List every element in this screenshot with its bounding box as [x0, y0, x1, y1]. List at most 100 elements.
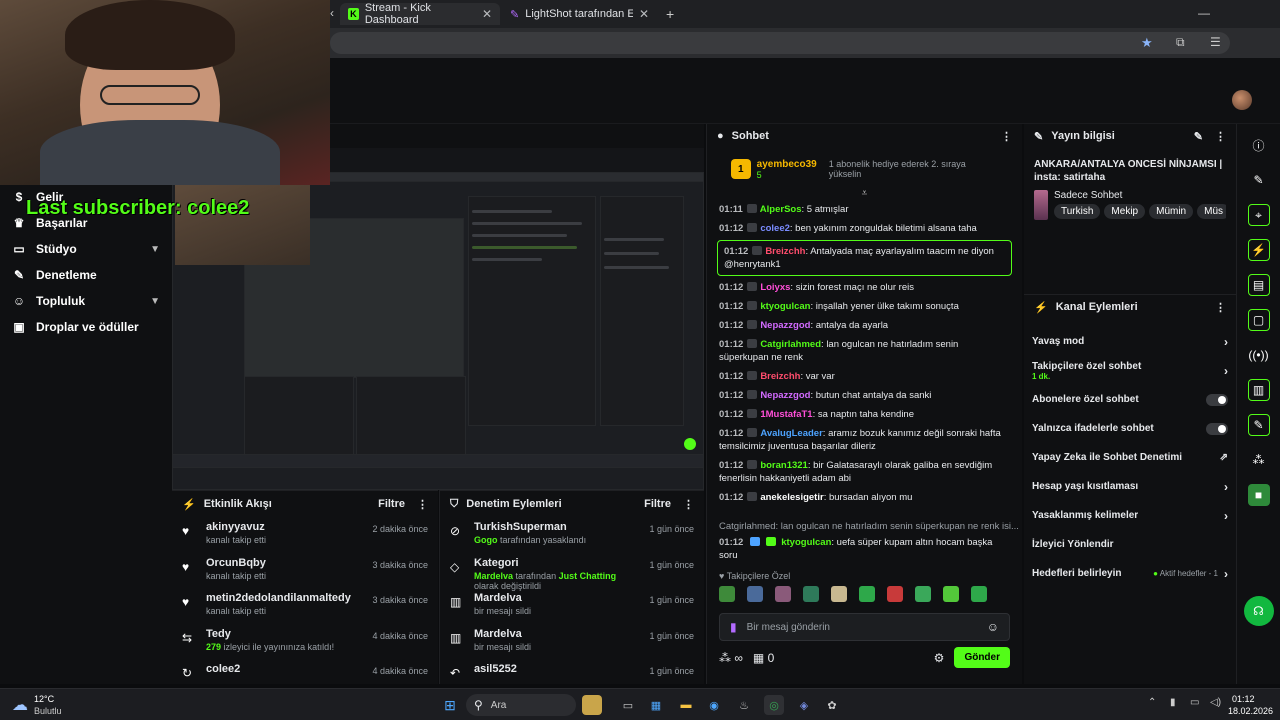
feed-item-name[interactable]: Tedy: [206, 628, 362, 640]
feed-item-name[interactable]: akinyyavuz: [206, 521, 362, 533]
mic-icon[interactable]: ▮: [1170, 697, 1176, 708]
chat-message[interactable]: 01:12 anekelesigetir: bursadan alıyon mu: [707, 488, 1022, 507]
chat-message[interactable]: 01:12 Nepazzgod: antalya da ayarla: [707, 316, 1022, 335]
channel-action-item[interactable]: Abonelere özel sohbet: [1024, 385, 1236, 414]
channel-action-item[interactable]: Hesap yaşı kısıtlaması ›: [1024, 472, 1236, 501]
emote-icon[interactable]: [915, 586, 931, 602]
emote-icon[interactable]: [831, 586, 847, 602]
pinned-gift-banner[interactable]: 1 ayembeco39 5 1 abonelik hediye ederek …: [707, 148, 1022, 188]
channel-action-item[interactable]: Takipçilere özel sohbet 1 dk. ›: [1024, 356, 1236, 385]
mic-icon[interactable]: ▮: [730, 620, 737, 634]
activity-feed-item[interactable]: ⇆ Tedy 279 izleyici ile yayınınıza katıl…: [172, 624, 438, 660]
mod-action-item[interactable]: ⊘ TurkishSuperman Gogo tarafından yasakl…: [440, 517, 704, 553]
points-icon[interactable]: ⁂ ∞: [719, 651, 743, 665]
activity-feed-item[interactable]: ♥ OrcunBqby kanalı takip etti 3 dakika ö…: [172, 553, 438, 589]
chat-message[interactable]: 01:12 Catgirlahmed: lan ogulcan ne hatırl…: [707, 335, 1022, 367]
volume-icon[interactable]: ◁): [1210, 697, 1221, 708]
discord-icon[interactable]: ◈: [794, 695, 814, 715]
message-user[interactable]: Nepazzgod: [760, 320, 810, 331]
toggle-switch[interactable]: [1206, 422, 1228, 435]
activity-feed-item[interactable]: ♥ akinyyavuz kanalı takip etti 2 dakika …: [172, 517, 438, 553]
message-user[interactable]: ktyogulcan: [760, 301, 810, 312]
message-user[interactable]: AvalugLeader: [760, 428, 822, 439]
layers-icon[interactable]: ▥: [1247, 379, 1270, 401]
chat-message[interactable]: 01:12 AvalugLeader: aramız bozuk kanımız …: [707, 424, 1022, 456]
message-user[interactable]: 1MustafaT1: [760, 409, 812, 420]
filter-button[interactable]: Filtre: [378, 498, 405, 510]
sidebar-item-denetleme[interactable]: ✎ Denetleme: [0, 262, 172, 288]
more-options-icon[interactable]: ⋮: [1215, 130, 1226, 143]
chat-message[interactable]: 01:12 Breizchh: var var: [707, 367, 1022, 386]
reading-list-icon[interactable]: ☰: [1210, 35, 1221, 49]
mod-actor[interactable]: Gogo: [474, 535, 498, 545]
mod-action-item[interactable]: ◇ Kategori Mardelva tarafından Just Chat…: [440, 553, 704, 591]
more-options-icon[interactable]: ⋮: [417, 498, 428, 511]
chat-message[interactable]: 01:11 AlperSos: 5 atmışlar: [707, 200, 1022, 219]
emote-icon[interactable]: [747, 586, 763, 602]
tag-pill[interactable]: Mümin: [1149, 204, 1194, 219]
more-options-icon[interactable]: ⋮: [1001, 130, 1012, 143]
tag-pill[interactable]: Turkish: [1054, 204, 1101, 219]
app-icon[interactable]: ◉: [704, 695, 724, 715]
filter-button[interactable]: Filtre: [644, 498, 671, 510]
tab-scroll-left-icon[interactable]: ‹: [330, 6, 334, 20]
message-user[interactable]: anekelesigetir: [760, 492, 823, 503]
message-user[interactable]: colee2: [760, 223, 790, 234]
channel-action-item[interactable]: Yalnızca ifadelerle sohbet: [1024, 414, 1236, 443]
file-explorer-icon[interactable]: ▬: [676, 695, 696, 715]
channel-action-item[interactable]: İzleyici Yönlendir: [1024, 530, 1236, 559]
chat-message[interactable]: 01:12 ktyogulcan: uefa süper kupam altın…: [707, 533, 1022, 565]
message-user[interactable]: AlperSos: [760, 204, 802, 215]
close-tab-icon[interactable]: ✕: [482, 7, 492, 21]
target-icon[interactable]: ⌖: [1247, 204, 1270, 226]
task-view-icon[interactable]: ▭: [618, 695, 638, 715]
toggle-switch[interactable]: [1206, 393, 1228, 406]
mod-item-name[interactable]: Mardelva: [474, 628, 639, 640]
chat-message[interactable]: 01:12 1MustafaT1: sa naptın taha kendine: [707, 405, 1022, 424]
emoji-icon[interactable]: ☺: [987, 620, 999, 634]
mod-actor[interactable]: Mardelva: [474, 571, 513, 581]
message-user[interactable]: Nepazzgod: [760, 390, 810, 401]
network-icon[interactable]: ▭: [1190, 697, 1199, 708]
tray-expand-icon[interactable]: ⌃: [1148, 697, 1156, 708]
chat-message[interactable]: 01:12 Breizchh: Antalyada maç ayarlayalım…: [717, 240, 1012, 276]
send-button[interactable]: Gönder: [954, 647, 1010, 668]
users-icon[interactable]: ⁂: [1248, 449, 1270, 471]
chat-bubble-icon[interactable]: ▢: [1247, 309, 1270, 331]
weather-temp[interactable]: 12°C: [34, 694, 54, 704]
emote-icon[interactable]: [719, 586, 735, 602]
emote-icon[interactable]: [971, 586, 987, 602]
sidebar-item-studyo[interactable]: ▭ Stüdyo ▼: [0, 236, 172, 262]
activity-feed-item[interactable]: ♥ metin2dedolandilanmaltedy kanalı takip…: [172, 588, 438, 624]
tab-kick-dashboard[interactable]: K Stream - Kick Dashboard ✕: [340, 2, 500, 26]
channel-action-item[interactable]: Yavaş mod ›: [1024, 327, 1236, 356]
message-user[interactable]: ktyogulcan: [781, 537, 831, 548]
chrome-icon[interactable]: ◎: [764, 695, 784, 715]
mod-action-item[interactable]: ▥ Mardelva bir mesajı sildi 1 gün önce: [440, 588, 704, 624]
chat-message[interactable]: 01:12 Loiyxs: sizin forest maçı ne olur r…: [707, 278, 1022, 297]
chat-message[interactable]: 01:12 boran1321: bir Galatasaraylı olarak…: [707, 456, 1022, 488]
mod-action-item[interactable]: ▥ Mardelva bir mesajı sildi 1 gün önce: [440, 624, 704, 660]
emote-icon[interactable]: [775, 586, 791, 602]
tag-pill[interactable]: Mekip: [1104, 204, 1146, 219]
more-options-icon[interactable]: ⋮: [1215, 301, 1226, 314]
message-user[interactable]: Breizchh: [760, 371, 800, 382]
emote-icon[interactable]: [887, 586, 903, 602]
app-icon[interactable]: ✿: [822, 695, 842, 715]
extensions-icon[interactable]: ⧉: [1176, 35, 1185, 50]
emote-icon[interactable]: [803, 586, 819, 602]
expand-banner-icon[interactable]: ⩡: [707, 188, 1022, 200]
widget-icon[interactable]: [582, 695, 602, 715]
headset-support-icon[interactable]: ☊: [1243, 596, 1274, 626]
edit-icon[interactable]: ✎: [1248, 169, 1270, 191]
broadcast-icon[interactable]: ((•)): [1248, 344, 1270, 366]
clipboard-icon[interactable]: ▤: [1247, 274, 1270, 296]
chat-message[interactable]: 01:12 ktyogulcan: inşallah yener ülke tak…: [707, 297, 1022, 316]
app-icon[interactable]: ■: [1247, 484, 1270, 506]
tag-pill[interactable]: Müs: [1197, 204, 1226, 219]
store-icon[interactable]: ▦: [646, 695, 666, 715]
edit-icon[interactable]: ✎: [1194, 130, 1203, 143]
mod-item-name[interactable]: asil5252: [474, 663, 639, 675]
more-options-icon[interactable]: ⋮: [683, 498, 694, 511]
feed-item-name[interactable]: metin2dedolandilanmaltedy: [206, 592, 362, 604]
